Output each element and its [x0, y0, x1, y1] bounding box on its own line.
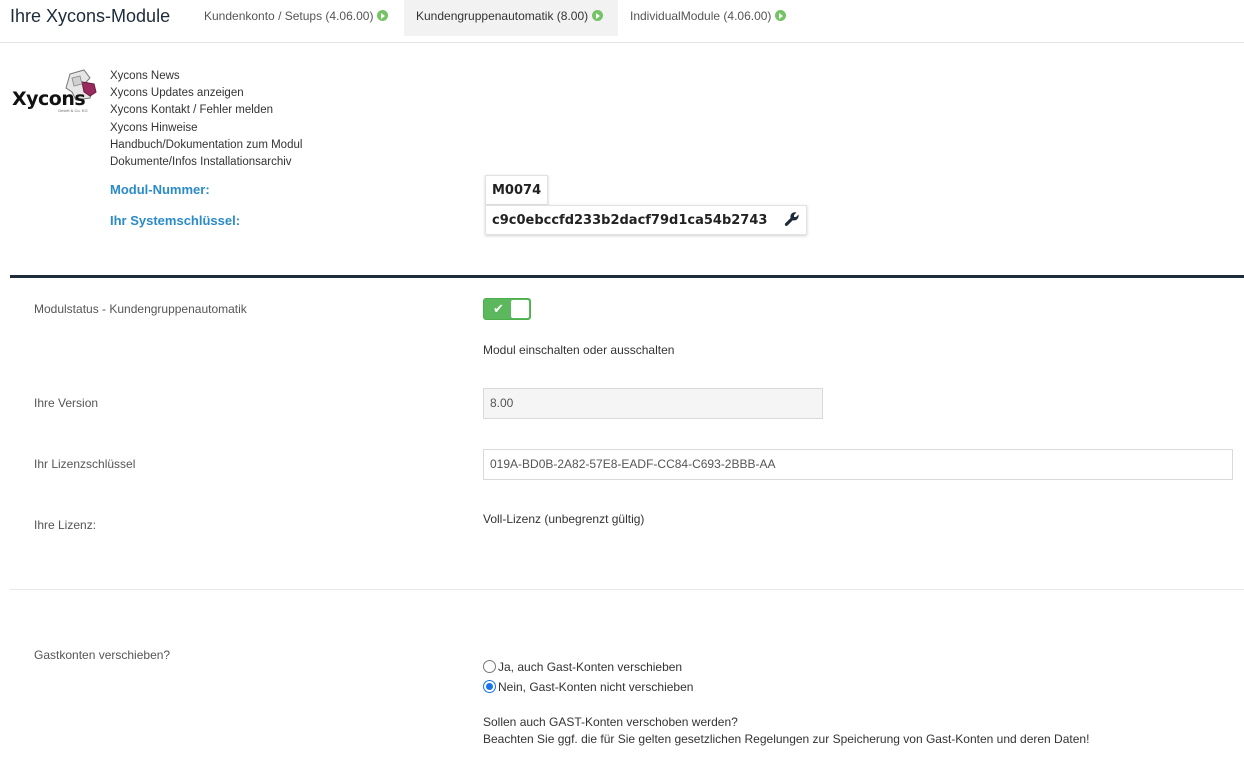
link-xycons-kontakt[interactable]: Xycons Kontakt / Fehler melden — [110, 102, 302, 119]
check-icon: ✔ — [493, 301, 504, 316]
xycons-logo: Xycons GmbH & Co. KG — [10, 68, 110, 116]
tab-label: Kundenkonto / Setups (4.06.00) — [204, 9, 374, 23]
link-dokumente[interactable]: Dokumente/Infos Installationsarchiv — [110, 154, 302, 171]
top-header: Ihre Xycons-Module Kundenkonto / Setups … — [0, 0, 1244, 43]
version-field: 8.00 — [483, 388, 823, 419]
license-key-label: Ihr Lizenzschlüssel — [34, 457, 136, 471]
module-number-text: M0074 — [492, 183, 542, 198]
logo-subtext: GmbH & Co. KG — [58, 108, 88, 113]
link-handbuch[interactable]: Handbuch/Dokumentation zum Modul — [110, 137, 302, 154]
module-number-label: Modul-Nummer: — [110, 182, 210, 197]
system-key-label: Ihr Systemschlüssel: — [110, 213, 241, 228]
license-label: Ihre Lizenz: — [34, 518, 97, 532]
link-xycons-updates[interactable]: Xycons Updates anzeigen — [110, 85, 302, 102]
license-key-field[interactable]: 019A-BD0B-2A82-57E8-EADF-CC84-C693-2BBB-… — [483, 449, 1233, 480]
xycons-links: Xycons News Xycons Updates anzeigen Xyco… — [110, 68, 302, 171]
guest-accounts-label: Gastkonten verschieben? — [34, 648, 171, 662]
system-key-text: c9c0ebccfd233b2dacf79d1ca54b2743 — [492, 213, 768, 228]
section-divider-light — [10, 589, 1244, 590]
page-title: Ihre Xycons-Module — [10, 6, 171, 26]
radio-button[interactable] — [483, 680, 496, 693]
module-status-label: Modulstatus - Kundengruppenautomatik — [34, 302, 247, 316]
wrench-icon[interactable] — [784, 211, 800, 227]
link-xycons-hinweise[interactable]: Xycons Hinweise — [110, 120, 302, 137]
radio-label: Ja, auch Gast-Konten verschieben — [498, 660, 683, 674]
tab-kundenkonto-setups[interactable]: Kundenkonto / Setups (4.06.00) — [192, 0, 400, 36]
guest-help-line2: Beachten Sie ggf. die für Sie gelten ges… — [483, 732, 1090, 746]
system-key-box: c9c0ebccfd233b2dacf79d1ca54b2743 — [485, 205, 807, 235]
tab-individualmodule[interactable]: IndividualModule (4.06.00) — [618, 0, 798, 36]
logo-text: Xycons — [12, 88, 86, 110]
module-number-value: M0074 — [485, 175, 549, 205]
tab-label: IndividualModule (4.06.00) — [630, 9, 772, 23]
toggle-knob — [511, 300, 529, 318]
radio-guest-no[interactable]: Nein, Gast-Konten nicht verschieben — [483, 680, 693, 694]
radio-guest-yes[interactable]: Ja, auch Gast-Konten verschieben — [483, 660, 682, 674]
play-icon — [377, 10, 389, 21]
link-xycons-news[interactable]: Xycons News — [110, 68, 302, 85]
tab-kundengruppenautomatik[interactable]: Kundengruppenautomatik (8.00) — [404, 0, 618, 36]
version-label: Ihre Version — [34, 396, 99, 410]
tab-label: Kundengruppenautomatik (8.00) — [416, 9, 589, 23]
radio-label: Nein, Gast-Konten nicht verschieben — [498, 680, 694, 694]
play-icon — [775, 10, 787, 21]
guest-help-line1: Sollen auch GAST-Konten verschoben werde… — [483, 715, 738, 729]
module-status-help: Modul einschalten oder ausschalten — [483, 343, 675, 357]
play-icon — [592, 10, 604, 21]
license-value: Voll-Lizenz (unbegrenzt gültig) — [483, 512, 645, 526]
section-divider — [10, 275, 1244, 278]
module-status-toggle[interactable]: ✔ — [483, 298, 531, 320]
radio-button[interactable] — [483, 660, 496, 673]
